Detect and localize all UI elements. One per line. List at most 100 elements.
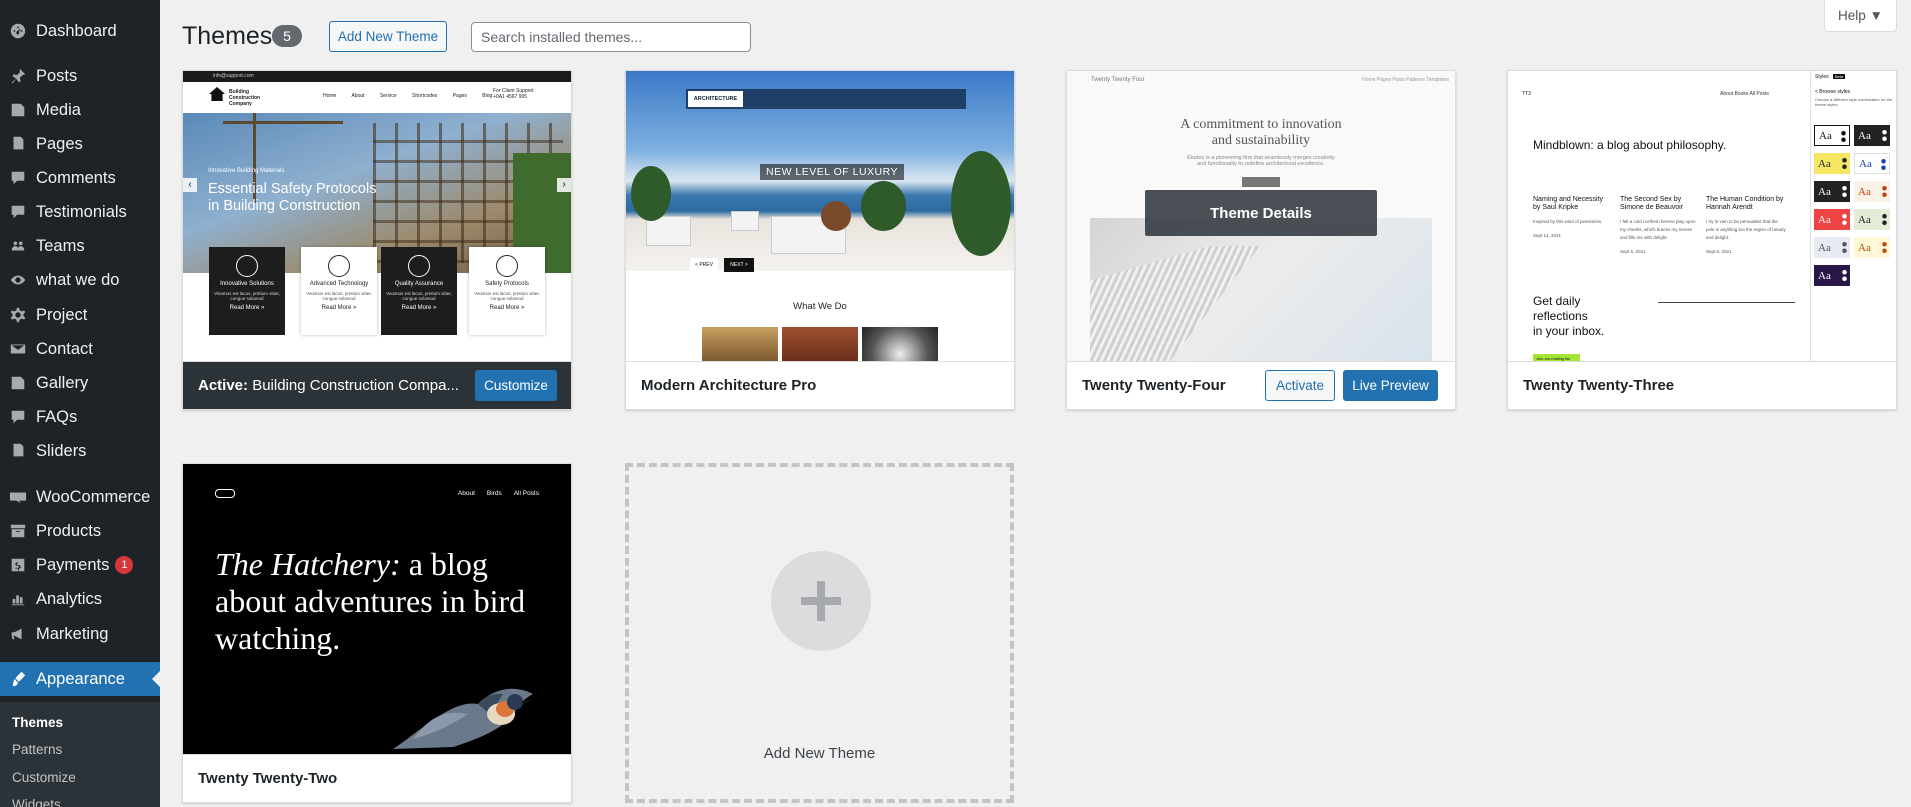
preview-plant — [821, 201, 851, 231]
comment-icon — [8, 202, 28, 222]
preview-post: Naming and Necessity by Saul Kripke Inspi… — [1533, 196, 1604, 238]
sidebar-item-testimonials[interactable]: Testimonials — [0, 195, 160, 229]
sidebar-item-label: Posts — [36, 66, 78, 85]
sidebar-item-payments[interactable]: Payments 1 — [0, 548, 160, 582]
preview-image — [702, 327, 778, 361]
preview-nav: About Birds All Posts — [457, 490, 539, 497]
chart-icon — [8, 589, 28, 609]
add-new-theme-button[interactable]: Add New Theme — [329, 21, 447, 52]
add-new-theme-label: Add New Theme — [763, 745, 876, 762]
help-button[interactable]: Help ▼ — [1824, 0, 1897, 32]
sidebar-item-label: Comments — [36, 168, 116, 187]
sidebar-item-woocommerce[interactable]: WooCommerce — [0, 480, 160, 514]
brush-icon — [8, 669, 28, 689]
theme-card-footer: Active: Building Construction Compa... C… — [183, 361, 571, 409]
preview-brand: TT3 — [1522, 91, 1531, 97]
sidebar-item-analytics[interactable]: Analytics — [0, 582, 160, 616]
submenu-item-widgets[interactable]: Widgets — [12, 797, 61, 807]
preview-subtext: Études is a pioneering firm that seamles… — [1187, 155, 1335, 167]
sidebar-item-gallery[interactable]: Gallery — [0, 366, 160, 400]
preview-headline: A commitment to innovation and sustainabi… — [1180, 117, 1342, 148]
sidebar-item-dashboard[interactable]: Dashboard — [0, 14, 160, 48]
megaphone-icon — [8, 624, 28, 644]
preview-email: info@support.com — [213, 73, 254, 79]
sidebar-item-what-we-do[interactable]: what we do — [0, 263, 160, 297]
theme-details-button[interactable]: Theme Details — [1145, 190, 1377, 236]
sidebar-item-label: Products — [36, 521, 102, 540]
sidebar-item-label: Marketing — [36, 624, 109, 643]
live-preview-button[interactable]: Live Preview — [1343, 370, 1438, 401]
sidebar-item-comments[interactable]: Comments — [0, 161, 160, 195]
preview-divider — [1658, 302, 1795, 303]
house-logo-icon — [209, 87, 225, 101]
style-swatch: Aa — [1814, 265, 1850, 286]
theme-screenshot[interactable]: ARCHITECTURE NEW LEVEL OF LUXURY < PREV … — [626, 71, 1014, 361]
sidebar-item-label: Gallery — [36, 373, 89, 392]
sidebar-item-label: Payments 1 — [36, 556, 134, 575]
submenu-item-patterns[interactable]: Patterns — [12, 742, 62, 757]
theme-card-building-construction[interactable]: info@support.com Building Construction C… — [182, 70, 572, 410]
sidebar-item-label: Media — [36, 100, 81, 119]
chevron-right-icon: › — [557, 178, 571, 192]
sidebar-item-products[interactable]: Products — [0, 514, 160, 548]
sidebar-item-appearance[interactable]: Appearance — [0, 662, 160, 696]
sidebar-item-project[interactable]: Project — [0, 298, 160, 332]
style-swatch: Aa — [1854, 209, 1890, 230]
theme-screenshot[interactable]: TT3 About Books All Posts Mindblown: a b… — [1508, 71, 1896, 361]
customize-button[interactable]: Customize — [475, 370, 557, 401]
sidebar-item-faqs[interactable]: FAQs — [0, 400, 160, 434]
preview-plant — [861, 181, 906, 231]
chevron-left-icon: ‹ — [183, 178, 197, 192]
preview-box: Advanced Technology Vivamus est lacus, pr… — [301, 247, 377, 335]
add-new-theme-card[interactable]: Add New Theme — [625, 463, 1014, 803]
preview-site-name: Twenty Twenty Four — [1091, 77, 1145, 83]
style-swatch: Aa — [1814, 181, 1850, 202]
sidebar-item-teams[interactable]: Teams — [0, 229, 160, 263]
woo-icon — [8, 487, 28, 507]
activate-button[interactable]: Activate — [1265, 370, 1335, 401]
preview-learn-button — [1242, 177, 1280, 187]
preview-newsletter-text: Get daily reflections in your inbox. — [1533, 294, 1605, 338]
sidebar-item-label: Contact — [36, 339, 93, 358]
theme-screenshot[interactable]: info@support.com Building Construction C… — [183, 71, 571, 361]
sidebar-item-pages[interactable]: Pages — [0, 127, 160, 161]
sidebar-item-contact[interactable]: Contact — [0, 332, 160, 366]
submenu-item-themes[interactable]: Themes — [12, 715, 63, 730]
theme-count-badge: 5 — [272, 25, 302, 47]
sidebar-item-posts[interactable]: Posts — [0, 59, 160, 93]
sidebar-item-media[interactable]: Media — [0, 93, 160, 127]
preview-post: The Human Condition by Hannah Arendt I tr… — [1706, 196, 1786, 254]
preview-section-title: What We Do — [793, 301, 847, 312]
sidebar-item-label: Pages — [36, 134, 83, 153]
gear-icon — [8, 305, 28, 325]
sidebar-item-sliders[interactable]: Sliders — [0, 434, 160, 468]
theme-card-twenty-twenty-two[interactable]: About Birds All Posts The Hatchery: a blog… — [182, 463, 572, 803]
theme-card-modern-architecture[interactable]: ARCHITECTURE NEW LEVEL OF LUXURY < PREV … — [625, 70, 1015, 410]
comment-icon — [8, 168, 28, 188]
preview-post: The Second Sex by Simone de Beauvoir I fe… — [1620, 196, 1696, 254]
preview-prev-button: < PREV — [690, 258, 718, 272]
theme-card-twenty-twenty-three[interactable]: TT3 About Books All Posts Mindblown: a b… — [1507, 70, 1897, 410]
preview-headline: Essential Safety Protocols in Building Co… — [208, 181, 377, 214]
search-themes-input[interactable] — [471, 22, 751, 52]
comment-icon — [8, 407, 28, 427]
preview-box: Innovative Solutions Vivamus est lacus, p… — [209, 247, 285, 335]
sidebar-item-marketing[interactable]: Marketing — [0, 617, 160, 651]
style-swatch: Aa — [1854, 237, 1890, 258]
theme-screenshot[interactable]: Twenty Twenty Four Home Pages Posts Patt… — [1067, 71, 1455, 361]
theme-name: Modern Architecture Pro — [641, 377, 817, 394]
plus-icon[interactable] — [771, 551, 871, 651]
theme-name: Twenty Twenty-Two — [198, 770, 338, 787]
theme-card-footer: Twenty Twenty-Three — [1508, 361, 1896, 409]
theme-screenshot[interactable]: About Birds All Posts The Hatchery: a blog… — [183, 464, 571, 754]
theme-card-twenty-twenty-four[interactable]: Twenty Twenty Four Home Pages Posts Patt… — [1066, 70, 1456, 410]
style-swatch: Aa — [1854, 181, 1890, 202]
pages-icon — [8, 134, 28, 154]
theme-card-footer: Twenty Twenty-Four Activate Live Preview — [1067, 361, 1455, 409]
submenu-item-customize[interactable]: Customize — [12, 770, 76, 785]
preview-plant — [951, 151, 1011, 256]
preview-nav: Building Construction Company Home About… — [183, 82, 571, 113]
preview-next-button: NEXT > — [724, 258, 754, 272]
preview-logo: ARCHITECTURE — [688, 91, 743, 107]
preview-tagline: Innovative Building Materials — [208, 168, 285, 174]
